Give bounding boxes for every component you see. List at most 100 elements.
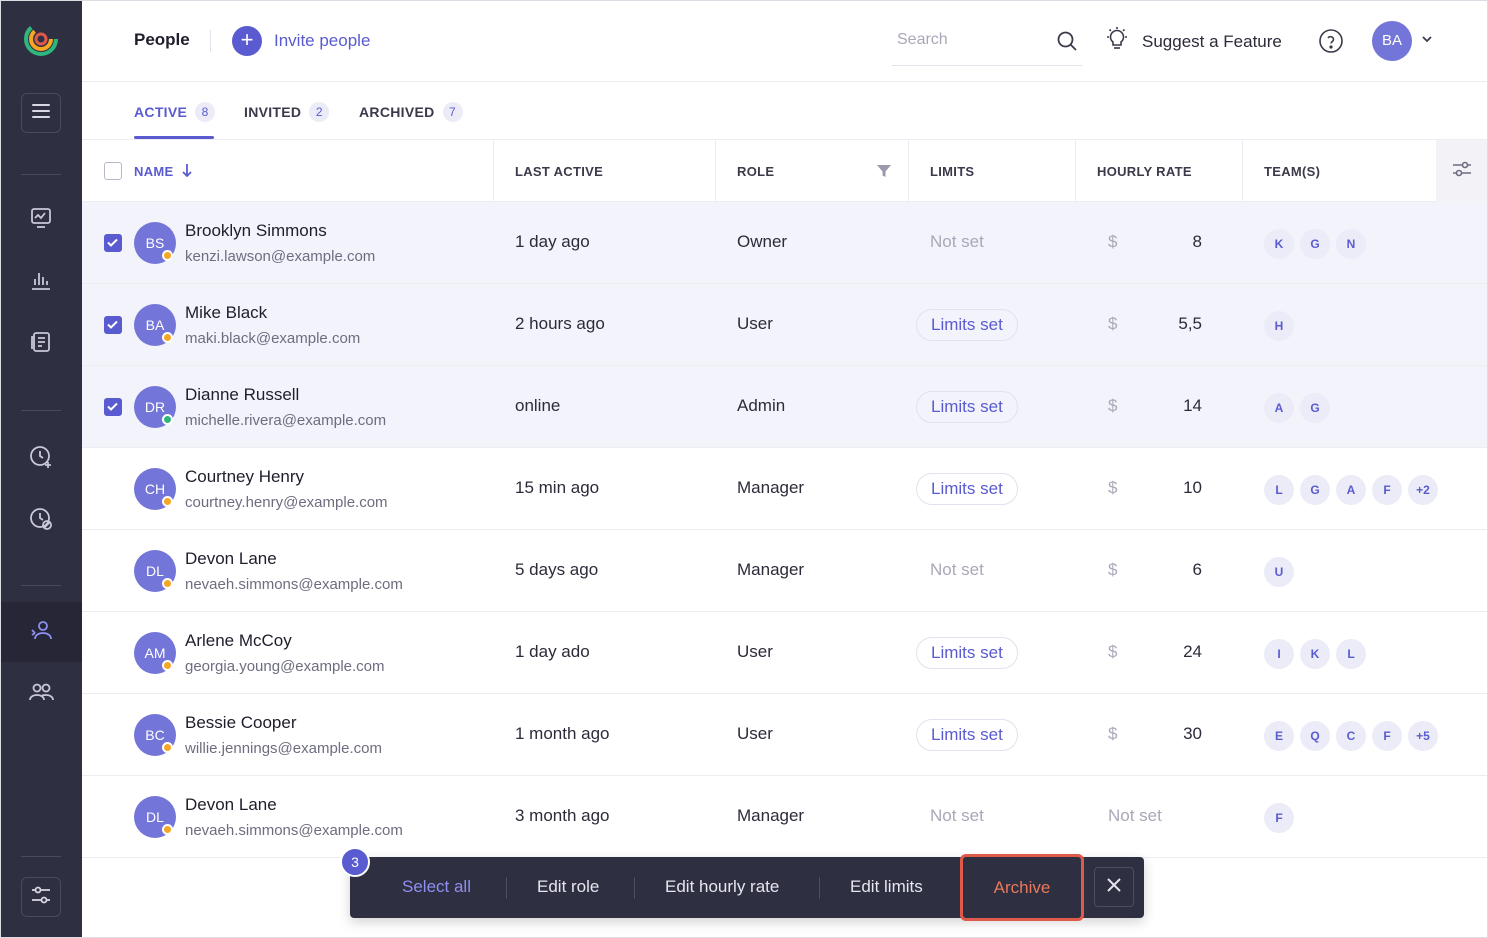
team-badge[interactable]: H bbox=[1264, 311, 1294, 341]
search-icon[interactable] bbox=[1056, 30, 1078, 57]
column-header-teams[interactable]: TEAM(S) bbox=[1264, 140, 1320, 202]
table-row[interactable]: CH Courtney Henry courtney.henry@example.c… bbox=[82, 448, 1488, 530]
user-avatar[interactable]: BA bbox=[1372, 21, 1412, 61]
column-label: NAME bbox=[134, 163, 174, 179]
help-icon[interactable] bbox=[1318, 28, 1344, 59]
team-badge[interactable]: I bbox=[1264, 639, 1294, 669]
row-checkbox[interactable] bbox=[104, 234, 122, 252]
hourly-rate-not-set: Not set bbox=[1108, 806, 1162, 825]
lightbulb-icon bbox=[1104, 26, 1130, 57]
limits-set-button[interactable]: Limits set bbox=[916, 719, 1018, 751]
select-all-button[interactable]: Select all bbox=[402, 877, 471, 897]
last-active-value: 3 month ago bbox=[515, 806, 610, 825]
person-email: nevaeh.simmons@example.com bbox=[185, 576, 403, 593]
team-badge[interactable]: F bbox=[1372, 475, 1402, 505]
person-name[interactable]: Arlene McCoy bbox=[185, 631, 292, 651]
person-name[interactable]: Dianne Russell bbox=[185, 385, 299, 405]
sidebar-item-timesheets[interactable] bbox=[0, 314, 82, 374]
edit-limits-button[interactable]: Edit limits bbox=[850, 877, 923, 897]
team-badge[interactable]: N bbox=[1336, 229, 1366, 259]
app-logo[interactable] bbox=[22, 20, 60, 58]
plus-icon: + bbox=[232, 26, 262, 56]
column-header-limits[interactable]: LIMITS bbox=[930, 140, 974, 202]
role-value[interactable]: Owner bbox=[737, 232, 787, 252]
row-checkbox[interactable] bbox=[104, 316, 122, 334]
sidebar-item-time-off[interactable] bbox=[0, 490, 82, 550]
team-badge[interactable]: C bbox=[1336, 721, 1366, 751]
suggest-feature-button[interactable]: Suggest a Feature bbox=[1104, 26, 1282, 57]
person-name[interactable]: Courtney Henry bbox=[185, 467, 304, 487]
limits-set-button[interactable]: Limits set bbox=[916, 637, 1018, 669]
menu-toggle-button[interactable] bbox=[21, 93, 61, 133]
tab-invited[interactable]: INVITED 2 bbox=[244, 102, 330, 122]
column-header-hourly-rate[interactable]: HOURLY RATE bbox=[1097, 140, 1192, 202]
person-name[interactable]: Devon Lane bbox=[185, 795, 277, 815]
team-badge[interactable]: Q bbox=[1300, 721, 1330, 751]
team-badge[interactable]: +5 bbox=[1408, 721, 1438, 751]
person-name[interactable]: Mike Black bbox=[185, 303, 267, 323]
role-value[interactable]: Manager bbox=[737, 560, 804, 580]
tab-archived[interactable]: ARCHIVED 7 bbox=[359, 102, 463, 122]
sidebar-item-reports[interactable] bbox=[0, 252, 82, 312]
currency-symbol: $ bbox=[1108, 724, 1118, 743]
last-active-value: 5 days ago bbox=[515, 560, 599, 579]
table-row[interactable]: AM Arlene McCoy georgia.young@example.com 1… bbox=[82, 612, 1488, 694]
team-badge[interactable]: L bbox=[1264, 475, 1294, 505]
role-value[interactable]: User bbox=[737, 642, 773, 662]
role-value[interactable]: User bbox=[737, 724, 773, 744]
table-row[interactable]: DR Dianne Russell michelle.rivera@example.… bbox=[82, 366, 1488, 448]
person-name[interactable]: Bessie Cooper bbox=[185, 713, 297, 733]
page-title: People bbox=[134, 30, 190, 49]
sidebar-item-teams[interactable] bbox=[0, 664, 82, 724]
team-badge[interactable]: G bbox=[1300, 475, 1330, 505]
tab-active[interactable]: ACTIVE 8 bbox=[134, 102, 216, 122]
limits-set-button[interactable]: Limits set bbox=[916, 473, 1018, 505]
column-settings-button[interactable] bbox=[1436, 140, 1488, 202]
last-active-value: 2 hours ago bbox=[515, 314, 605, 333]
suggest-feature-label: Suggest a Feature bbox=[1142, 31, 1282, 51]
team-badge[interactable]: G bbox=[1300, 229, 1330, 259]
close-action-bar-button[interactable] bbox=[1094, 867, 1134, 907]
sidebar-settings-button[interactable] bbox=[21, 877, 61, 917]
archive-button[interactable]: Archive bbox=[960, 854, 1084, 921]
team-badge[interactable]: E bbox=[1264, 721, 1294, 751]
search-input[interactable] bbox=[892, 24, 1042, 56]
role-value[interactable]: Manager bbox=[737, 806, 804, 826]
sidebar-item-dashboard[interactable] bbox=[0, 190, 82, 250]
sidebar-item-time-add[interactable] bbox=[0, 428, 82, 488]
column-header-name[interactable]: NAME bbox=[134, 140, 193, 202]
team-badge[interactable]: K bbox=[1264, 229, 1294, 259]
team-badge[interactable]: G bbox=[1300, 393, 1330, 423]
team-badge[interactable]: +2 bbox=[1408, 475, 1438, 505]
select-all-checkbox[interactable] bbox=[104, 162, 122, 180]
team-badge[interactable]: U bbox=[1264, 557, 1294, 587]
team-badge[interactable]: F bbox=[1372, 721, 1402, 751]
table-row[interactable]: DL Devon Lane nevaeh.simmons@example.com 3 … bbox=[82, 776, 1488, 858]
row-checkbox[interactable] bbox=[104, 398, 122, 416]
limits-set-button[interactable]: Limits set bbox=[916, 309, 1018, 341]
sidebar-item-people[interactable] bbox=[0, 602, 82, 662]
team-badges: IKL bbox=[1264, 639, 1372, 669]
role-value[interactable]: Admin bbox=[737, 396, 785, 416]
team-badge[interactable]: F bbox=[1264, 803, 1294, 833]
team-badge[interactable]: L bbox=[1336, 639, 1366, 669]
edit-hourly-rate-button[interactable]: Edit hourly rate bbox=[665, 877, 779, 897]
team-badge[interactable]: A bbox=[1336, 475, 1366, 505]
person-name[interactable]: Brooklyn Simmons bbox=[185, 221, 327, 241]
table-row[interactable]: BS Brooklyn Simmons kenzi.lawson@example.c… bbox=[82, 202, 1488, 284]
role-value[interactable]: Manager bbox=[737, 478, 804, 498]
team-badge[interactable]: K bbox=[1300, 639, 1330, 669]
column-header-last-active[interactable]: LAST ACTIVE bbox=[515, 140, 603, 202]
chevron-down-icon[interactable] bbox=[1420, 32, 1434, 51]
table-row[interactable]: DL Devon Lane nevaeh.simmons@example.com 5 … bbox=[82, 530, 1488, 612]
limits-set-button[interactable]: Limits set bbox=[916, 391, 1018, 423]
edit-role-button[interactable]: Edit role bbox=[537, 877, 599, 897]
filter-icon[interactable] bbox=[876, 163, 892, 184]
team-badge[interactable]: A bbox=[1264, 393, 1294, 423]
role-value[interactable]: User bbox=[737, 314, 773, 334]
invite-people-button[interactable]: + Invite people bbox=[232, 26, 370, 56]
table-row[interactable]: BC Bessie Cooper willie.jennings@example.c… bbox=[82, 694, 1488, 776]
column-header-role[interactable]: ROLE bbox=[737, 140, 774, 202]
person-name[interactable]: Devon Lane bbox=[185, 549, 277, 569]
table-row[interactable]: BA Mike Black maki.black@example.com 2 hour… bbox=[82, 284, 1488, 366]
